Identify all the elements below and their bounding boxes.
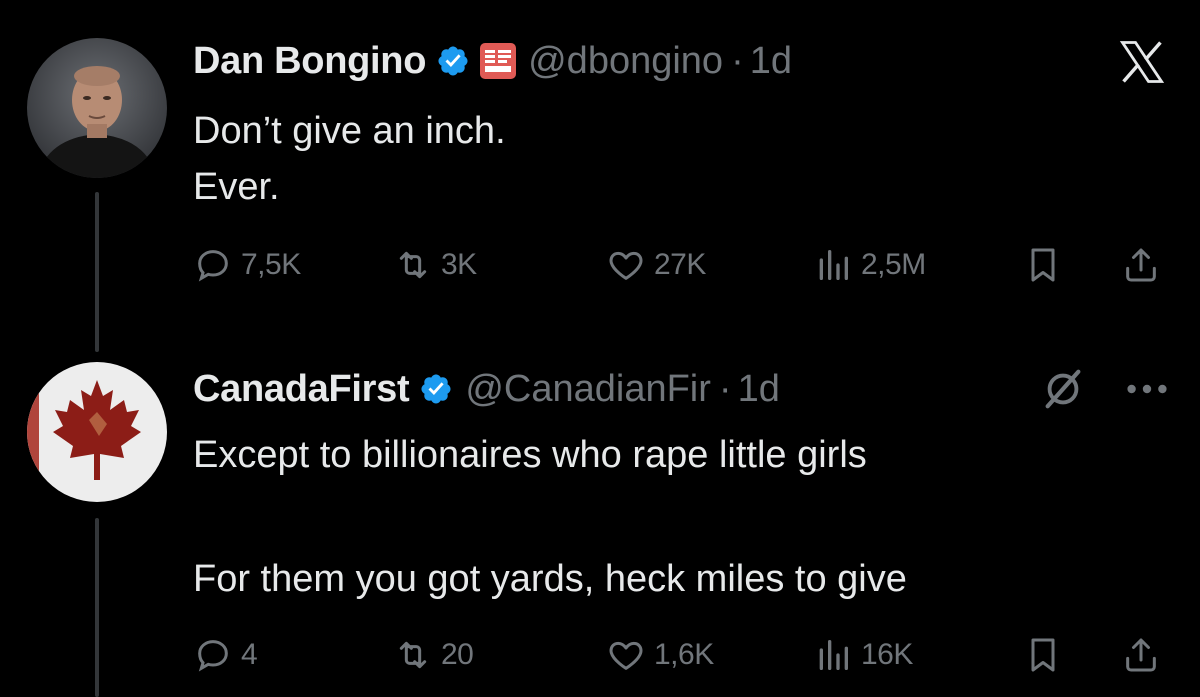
tweet1-header: Dan Bongino @dbongino · 1d: [193, 36, 792, 86]
tweet2-repost-button[interactable]: 20: [393, 633, 474, 677]
tweet1-share-button[interactable]: [1121, 243, 1169, 287]
verified-badge-icon[interactable]: [419, 372, 453, 406]
tweet2-timestamp[interactable]: 1d: [738, 368, 780, 411]
tweet2-views-button[interactable]: 16K: [813, 633, 913, 677]
tweet1-views-button[interactable]: 2,5M: [813, 243, 926, 287]
views-icon: [819, 640, 848, 670]
bookmark-icon: [1031, 638, 1055, 672]
tweet1-actions: 7,5K 3K 27K 2,5M: [193, 243, 1173, 287]
x-logo-icon[interactable]: [1113, 36, 1171, 88]
tweet2-header: CanadaFirst @CanadianFir · 1d: [193, 364, 780, 414]
tweet2-line-1: Except to billionaires who rape little g…: [193, 434, 867, 476]
tweet2-separator: ·: [718, 367, 732, 410]
views-icon: [819, 250, 848, 280]
affiliate-logo-icon[interactable]: [480, 43, 517, 79]
tweet2-share-button[interactable]: [1121, 633, 1169, 677]
tweet1-like-button[interactable]: 27K: [606, 243, 706, 287]
grok-icon[interactable]: [1040, 366, 1086, 412]
avatar-canadafirst[interactable]: [27, 362, 167, 502]
tweet1-repost-count: 3K: [441, 248, 477, 281]
tweet1-reply-count: 7,5K: [241, 248, 301, 281]
tweet2-author-name[interactable]: CanadaFirst: [193, 368, 410, 411]
tweet1-timestamp[interactable]: 1d: [750, 40, 792, 83]
tweet2-like-button[interactable]: 1,6K: [606, 633, 714, 677]
thread-line-2: [95, 518, 99, 697]
tweet1-author-name[interactable]: Dan Bongino: [193, 40, 426, 83]
tweet1-separator: ·: [731, 39, 744, 82]
repost-icon: [399, 251, 427, 279]
tweet2-like-count: 1,6K: [654, 638, 714, 671]
tweet1-like-count: 27K: [654, 248, 706, 281]
tweet2-line-3: For them you got yards, heck miles to gi…: [193, 558, 907, 600]
tweet2-actions: 4 20 1,6K 16K: [193, 633, 1173, 677]
bookmark-icon: [1031, 248, 1055, 282]
tweet1-repost-button[interactable]: 3K: [393, 243, 477, 287]
reply-icon: [198, 250, 228, 282]
share-icon: [1126, 638, 1156, 672]
tweet1-line-1: Don’t give an inch.: [193, 110, 506, 152]
more-icon[interactable]: [1125, 382, 1169, 396]
avatar-dan-bongino[interactable]: [27, 38, 167, 178]
tweet2-handle[interactable]: @CanadianFir: [465, 368, 711, 411]
tweet1-line-2: Ever.: [193, 166, 280, 208]
tweet2-repost-count: 20: [441, 638, 474, 671]
tweet2-bookmark-button[interactable]: [1023, 633, 1071, 677]
heart-icon: [609, 251, 643, 280]
heart-icon: [609, 641, 643, 670]
reply-icon: [198, 640, 228, 672]
share-icon: [1126, 248, 1156, 282]
repost-icon: [399, 641, 427, 669]
thread-line-1: [95, 192, 99, 352]
tweet2-reply-button[interactable]: 4: [193, 633, 258, 677]
tweet1-handle[interactable]: @dbongino: [528, 40, 723, 83]
tweet2-view-count: 16K: [861, 638, 913, 671]
tweet1-view-count: 2,5M: [861, 248, 926, 281]
verified-badge-icon[interactable]: [436, 44, 470, 78]
tweet1-reply-button[interactable]: 7,5K: [193, 243, 301, 287]
tweet1-bookmark-button[interactable]: [1023, 243, 1071, 287]
tweet2-reply-count: 4: [241, 638, 258, 671]
